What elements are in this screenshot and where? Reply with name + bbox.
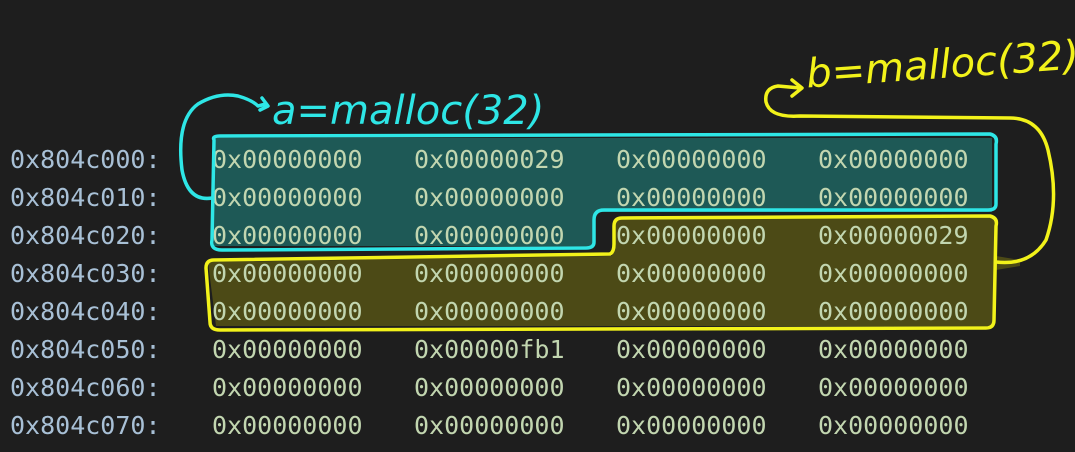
chunk-a-label: a=malloc(32): [272, 88, 545, 134]
memory-dump-diagram: 0x804c000: 0x00000000 0x00000029 0x00000000…: [0, 0, 1075, 452]
